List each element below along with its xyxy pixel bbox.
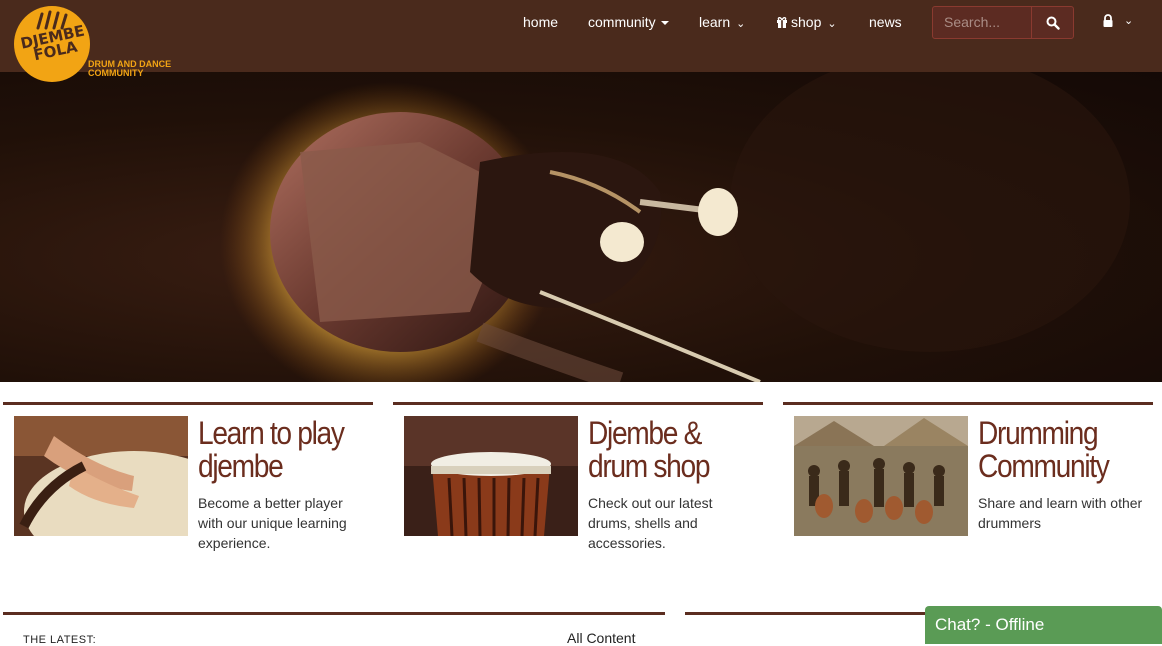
nav-learn[interactable]: learn ⌄ <box>699 0 745 44</box>
card-title[interactable]: Learn to play djembe <box>198 417 352 483</box>
section-divider <box>685 612 925 615</box>
nav-home[interactable]: home <box>523 0 558 44</box>
card-learn[interactable]: Learn to play djembe Become a better pla… <box>3 402 373 562</box>
chevron-down-icon: ⌄ <box>736 18 746 30</box>
card-image-djembe-drum[interactable] <box>404 416 578 536</box>
caret-down-icon <box>660 21 669 26</box>
card-shop[interactable]: Djembe & drum shop Check out our latest … <box>393 402 763 562</box>
section-divider <box>3 612 665 615</box>
search-input[interactable]: Search... <box>932 6 1032 39</box>
logo-tagline: DRUM AND DANCE COMMUNITY <box>88 59 172 78</box>
chat-widget-button[interactable]: Chat? - Offline <box>925 606 1162 644</box>
gift-icon <box>777 17 787 28</box>
card-title[interactable]: Djembe & drum shop <box>588 417 742 483</box>
card-description: Share and learn with other drummers <box>978 495 1143 531</box>
card-description: Check out our latest drums, shells and a… <box>588 495 713 551</box>
latest-heading: THE LATEST: <box>23 634 97 646</box>
search-icon <box>1046 16 1060 30</box>
card-image-drum-circle[interactable] <box>794 416 968 536</box>
chevron-down-icon: ⌄ <box>827 18 837 30</box>
hero-banner <box>0 72 1162 382</box>
site-logo[interactable]: DJEMBE FOLA DRUM AND DANCE COMMUNITY <box>10 4 185 82</box>
nav-shop[interactable]: shop ⌄ <box>776 0 837 44</box>
nav-community[interactable]: community <box>588 0 669 44</box>
lock-icon[interactable] <box>1102 14 1114 28</box>
search-button[interactable] <box>1031 6 1074 39</box>
card-community[interactable]: Drumming Community Share and learn with … <box>783 402 1153 562</box>
nav-news[interactable]: news <box>869 0 902 44</box>
account-chevron-icon[interactable]: ⌄ <box>1124 14 1133 27</box>
card-description: Become a better player with our unique l… <box>198 495 347 551</box>
hero-image <box>220 72 1130 382</box>
card-image-hands-on-djembe[interactable] <box>14 416 188 536</box>
card-title[interactable]: Drumming Community <box>978 417 1132 483</box>
